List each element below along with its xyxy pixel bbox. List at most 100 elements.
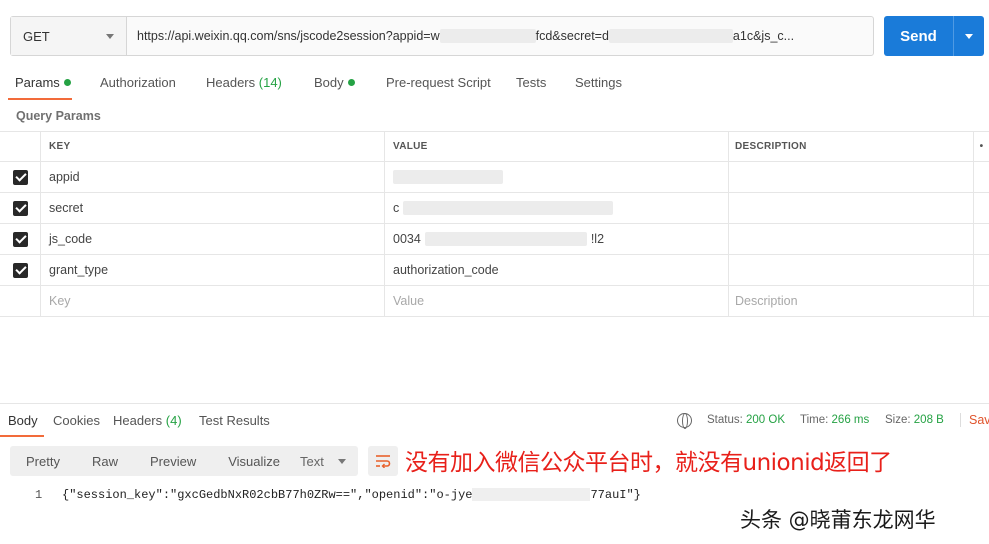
- tab-response-body[interactable]: Body: [8, 413, 38, 428]
- chevron-down-icon: [106, 33, 114, 39]
- param-checkbox[interactable]: [12, 262, 28, 278]
- tab-tests[interactable]: Tests: [516, 75, 546, 90]
- status-dot-icon: [63, 79, 71, 86]
- header-key: KEY: [40, 132, 384, 161]
- new-param-row: Key Value Description: [0, 286, 989, 317]
- preview-button[interactable]: Preview: [134, 446, 212, 476]
- row-more-cell: [973, 224, 989, 254]
- tab-pre-request-script[interactable]: Pre-request Script: [386, 75, 491, 90]
- redacted-block: [608, 29, 733, 43]
- row-check-cell: [0, 162, 40, 192]
- redacted-block: [439, 29, 536, 43]
- response-json[interactable]: {"session_key":"gxcGedbNxR02cbB77h0ZRw==…: [62, 488, 641, 502]
- query-params-title: Query Params: [16, 109, 101, 123]
- new-description-input[interactable]: Description: [728, 286, 973, 316]
- response-body-line: 1 {"session_key":"gxcGedbNxR02cbB77h0ZRw…: [0, 484, 989, 506]
- tab-label: Headers: [113, 413, 163, 428]
- tab-count: (14): [258, 75, 282, 90]
- active-tab-indicator: [0, 435, 44, 437]
- save-response-button[interactable]: Sav: [960, 413, 989, 427]
- param-description[interactable]: [728, 162, 973, 192]
- raw-button[interactable]: Raw: [76, 446, 134, 476]
- response-tabs: Body Cookies Headers (4) Test Results St…: [0, 403, 989, 437]
- redacted-block: [393, 170, 503, 184]
- tab-body[interactable]: Body: [314, 75, 355, 90]
- request-tabs: Params Authorization Headers (14) Body P…: [0, 70, 989, 100]
- response-time: Time: 266 ms: [800, 414, 869, 426]
- row-check-cell: [0, 255, 40, 285]
- row-more-cell: [973, 286, 989, 316]
- chevron-down-icon: [965, 33, 973, 39]
- chevron-down-icon: [338, 458, 346, 464]
- tab-headers[interactable]: Headers (14): [206, 75, 282, 90]
- row-more-cell: [973, 162, 989, 192]
- param-key[interactable]: js_code: [40, 224, 384, 254]
- param-value[interactable]: [384, 162, 728, 192]
- send-button[interactable]: Send: [884, 16, 984, 56]
- url-part-3: a1c&js_c...: [732, 29, 795, 43]
- send-label: Send: [884, 16, 954, 56]
- row-check-cell: [0, 224, 40, 254]
- tab-label: Tests: [516, 75, 547, 90]
- tab-label: Headers: [206, 75, 256, 90]
- visualize-button[interactable]: Visualize: [212, 446, 296, 476]
- url-part-1: https://api.weixin.qq.com/sns/jscode2ses…: [137, 29, 440, 43]
- header-value: VALUE: [384, 132, 728, 161]
- url-input[interactable]: https://api.weixin.qq.com/sns/jscode2ses…: [127, 17, 873, 55]
- tab-response-headers[interactable]: Headers (4): [113, 413, 182, 428]
- param-value[interactable]: 0034 !l2: [384, 224, 728, 254]
- time-value: 266 ms: [831, 414, 870, 426]
- param-key[interactable]: appid: [40, 162, 384, 192]
- row-check-cell: [0, 193, 40, 223]
- size-label: Size:: [885, 414, 911, 426]
- table-header-row: KEY VALUE DESCRIPTION •: [0, 131, 989, 162]
- new-key-input[interactable]: Key: [40, 286, 384, 316]
- annotation-text: 没有加入微信公众平台时，就没有unionid返回了: [405, 450, 892, 476]
- header-check-cell: [0, 132, 40, 161]
- url-part-2: fcd&secret=d: [535, 29, 609, 43]
- tab-settings[interactable]: Settings: [575, 75, 622, 90]
- row-check-cell: [0, 286, 40, 316]
- params-table: KEY VALUE DESCRIPTION • appid secret c j…: [0, 131, 989, 317]
- tab-label: Params: [15, 75, 60, 90]
- send-dropdown-button[interactable]: [954, 16, 984, 56]
- line-number: 1: [35, 488, 43, 502]
- redacted-block: [403, 201, 614, 215]
- active-tab-indicator: [8, 98, 72, 100]
- response-size: Size: 208 B: [885, 414, 944, 426]
- param-checkbox[interactable]: [12, 169, 28, 185]
- status-label: Status:: [707, 414, 743, 426]
- param-description[interactable]: [728, 255, 973, 285]
- tab-label: Pre-request Script: [386, 75, 491, 90]
- tab-authorization[interactable]: Authorization: [100, 75, 176, 90]
- watermark: 头条 @晓莆东龙网华: [740, 508, 936, 532]
- param-value-text-end: !l2: [590, 232, 605, 246]
- new-value-input[interactable]: Value: [384, 286, 728, 316]
- tab-label: Settings: [575, 75, 622, 90]
- more-options-icon[interactable]: •: [973, 132, 989, 161]
- param-description[interactable]: [728, 193, 973, 223]
- status-value: 200 OK: [746, 414, 786, 426]
- request-url-bar: GET https://api.weixin.qq.com/sns/jscode…: [10, 16, 874, 56]
- format-type-select[interactable]: Text: [288, 446, 358, 476]
- code-start: {"session_key":"gxcGedbNxR02cbB77h0ZRw==…: [62, 488, 473, 502]
- table-row: grant_type authorization_code: [0, 255, 989, 286]
- param-description[interactable]: [728, 224, 973, 254]
- param-key[interactable]: secret: [40, 193, 384, 223]
- param-checkbox[interactable]: [12, 200, 28, 216]
- row-more-cell: [973, 193, 989, 223]
- tab-cookies[interactable]: Cookies: [53, 413, 100, 428]
- param-checkbox[interactable]: [12, 231, 28, 247]
- param-value[interactable]: authorization_code: [384, 255, 728, 285]
- method-select[interactable]: GET: [11, 17, 127, 55]
- globe-icon[interactable]: [677, 413, 692, 429]
- tab-test-results[interactable]: Test Results: [199, 413, 270, 428]
- time-label: Time:: [800, 414, 829, 426]
- tab-params[interactable]: Params: [15, 75, 71, 90]
- wrap-lines-button[interactable]: [368, 446, 398, 476]
- pretty-button[interactable]: Pretty: [10, 446, 76, 476]
- param-key[interactable]: grant_type: [40, 255, 384, 285]
- format-toolbar: Pretty Raw Preview Visualize: [10, 446, 297, 476]
- response-status: Status: 200 OK: [707, 414, 785, 426]
- param-value[interactable]: c: [384, 193, 728, 223]
